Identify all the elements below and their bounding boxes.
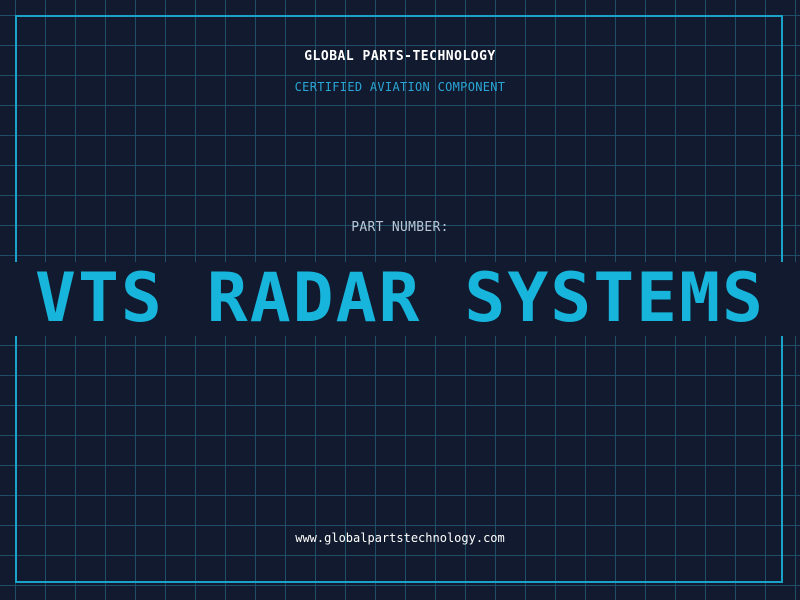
part-number-label: PART NUMBER: (351, 220, 449, 235)
label-canvas: GLOBAL PARTS-TECHNOLOGY CERTIFIED AVIATI… (0, 0, 800, 600)
certification-tagline: CERTIFIED AVIATION COMPONENT (294, 80, 506, 94)
website-url[interactable]: www.globalpartstechnology.com (0, 531, 800, 545)
company-name: GLOBAL PARTS-TECHNOLOGY (304, 49, 496, 64)
part-number-value: VTS RADAR SYSTEMS (35, 259, 765, 338)
